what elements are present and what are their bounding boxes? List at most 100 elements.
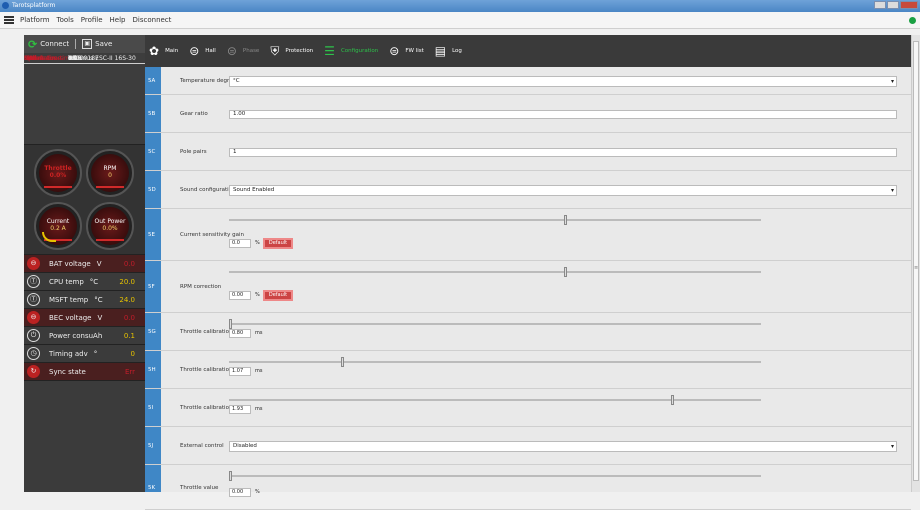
param-slider[interactable] (229, 357, 761, 367)
vertical-scrollbar[interactable]: ≡ (911, 35, 920, 492)
param-unit: ms (255, 406, 263, 412)
menu-disconnect[interactable]: Disconnect (133, 16, 172, 24)
window-titlebar: Tarotsplatform (0, 0, 920, 12)
tab-label: Configuration (340, 48, 379, 54)
stat-label: Power consuAh (49, 331, 103, 340)
window-controls (874, 1, 918, 9)
timer-icon: ◷ (27, 347, 40, 360)
throttle-gauge: Throttle 0.0% (34, 149, 82, 197)
tab-fw-list[interactable]: ⊜ FW list (389, 44, 424, 58)
stat-row: ↻ Sync state Err (24, 363, 147, 381)
sliders-icon: ☰ (324, 44, 335, 58)
stat-value: 24.0 (119, 295, 135, 304)
main-panel: ✿ Main ⊜ Hall ⊜ Phase ⛨ Protection ☰ Configuratio… (145, 35, 911, 510)
stat-row: Ⓣ MSFT temp °C 24.0 (24, 291, 147, 309)
thermometer-icon: Ⓣ (27, 293, 40, 306)
save-button[interactable]: Save (95, 40, 112, 48)
param-slider[interactable] (229, 471, 761, 481)
hamburger-icon[interactable] (4, 16, 14, 24)
param-row: 5K Throttle value 0.00% (145, 465, 911, 510)
param-input[interactable]: 1 (229, 148, 897, 157)
param-slider[interactable] (229, 319, 761, 329)
save-icon[interactable]: ▣ (82, 39, 93, 49)
window-title: Tarotsplatform (12, 2, 56, 9)
param-value-input[interactable]: 0.00 (229, 291, 251, 300)
param-select[interactable]: °C (229, 76, 897, 87)
stat-row: ⊖ BAT voltage V 0.0 (24, 255, 147, 273)
param-slider[interactable] (229, 267, 761, 277)
slider-thumb[interactable] (564, 267, 568, 277)
rpm-gauge: RPM 0 (86, 149, 134, 197)
stat-value: 20.0 (119, 277, 135, 286)
param-row: 5H Throttle calibration zero 1.07 ms (145, 351, 911, 389)
param-unit: % (255, 489, 260, 495)
param-input[interactable]: 1.00 (229, 110, 897, 119)
param-slider[interactable] (229, 215, 761, 225)
maximize-button[interactable] (887, 1, 899, 9)
tab-hall[interactable]: ⊜ Hall (189, 44, 216, 58)
stat-value: 0.0 (123, 259, 135, 268)
gauge-label: Current (46, 218, 70, 225)
info-key: Packet errors (24, 55, 64, 62)
slider-thumb[interactable] (564, 215, 568, 225)
stat-row: ⊖ BEC voltage V 0.0 (24, 309, 147, 327)
refresh-icon[interactable]: ⟳ (28, 38, 37, 51)
param-select[interactable]: Sound Enabled (229, 185, 897, 196)
param-row: 5C Pole pairs 1 (145, 133, 911, 171)
param-name: RPM correction (180, 284, 222, 290)
close-button[interactable] (900, 1, 918, 9)
gauge-value: 0.0% (49, 172, 67, 179)
hall-sensor-icon: ⊜ (189, 44, 200, 58)
tab-configuration[interactable]: ☰ Configuration (324, 44, 378, 58)
param-value-input[interactable]: 0.00 (229, 488, 251, 497)
gauge-arc (96, 186, 124, 188)
param-code: 5G (148, 329, 156, 335)
tab-main[interactable]: ✿ Main (149, 44, 178, 58)
stats-list: ⊖ BAT voltage V 0.0 Ⓣ CPU temp °C 20.0 Ⓣ MSFT tem… (24, 255, 147, 381)
param-name: Gear ratio (180, 111, 208, 117)
current-gauge: Current 0.2 A (34, 202, 82, 250)
menu-platform[interactable]: Platform (20, 16, 50, 24)
battery-icon: ⊖ (27, 257, 40, 270)
slider-thumb[interactable] (670, 395, 674, 405)
gauge-value: 0.0% (102, 225, 118, 232)
param-value-input[interactable]: 1.07 (229, 367, 251, 376)
minimize-button[interactable] (874, 1, 886, 9)
param-code: 5I (148, 405, 154, 411)
download-indicator-icon[interactable] (909, 17, 916, 24)
param-select[interactable]: Disabled (229, 441, 897, 452)
default-button[interactable]: Default (263, 290, 293, 301)
param-value-input[interactable]: 0.80 (229, 329, 251, 338)
param-value-input[interactable]: 0.0 (229, 239, 251, 248)
param-value-input[interactable]: 1.93 (229, 405, 251, 414)
param-name: External control (180, 443, 224, 449)
menu-tools[interactable]: Tools (57, 16, 74, 24)
main-toolbar: ✿ Main ⊜ Hall ⊜ Phase ⛨ Protection ☰ Configuratio… (145, 35, 911, 67)
scrollbar-thumb[interactable] (913, 41, 919, 481)
tab-protection[interactable]: ⛨ Protection (270, 44, 313, 59)
stat-label: Timing adv (49, 349, 88, 358)
shield-icon: ⛨ (270, 43, 280, 58)
stat-label: BAT voltage (49, 259, 91, 268)
stat-label: CPU temp (49, 277, 84, 286)
device-info: Model Tribunus ESC-II 16S-30 S/N 1A000187 HW… (24, 53, 790, 145)
stat-unit: V (97, 313, 103, 322)
connect-button[interactable]: Connect (40, 40, 69, 48)
param-slider[interactable] (229, 395, 761, 405)
slider-thumb[interactable] (340, 357, 344, 367)
slider-thumb[interactable] (229, 471, 232, 481)
tab-log[interactable]: ▤ Log (435, 44, 462, 58)
param-code: 5E (148, 232, 155, 238)
config-params: 5ATemperature degrees°C5BGear ratio1.005… (145, 67, 911, 510)
stat-label: MSFT temp (49, 295, 89, 304)
menu-profile[interactable]: Profile (81, 16, 103, 24)
param-unit: % (255, 240, 260, 246)
tab-phase[interactable]: ⊜ Phase (227, 44, 260, 58)
default-button[interactable]: Default (263, 238, 293, 249)
app-icon (2, 2, 9, 9)
stat-unit: V (96, 259, 102, 268)
param-name: Sound configuration (180, 187, 236, 193)
gauge-label: RPM (103, 165, 117, 172)
slider-thumb[interactable] (229, 319, 232, 329)
menu-help[interactable]: Help (110, 16, 126, 24)
